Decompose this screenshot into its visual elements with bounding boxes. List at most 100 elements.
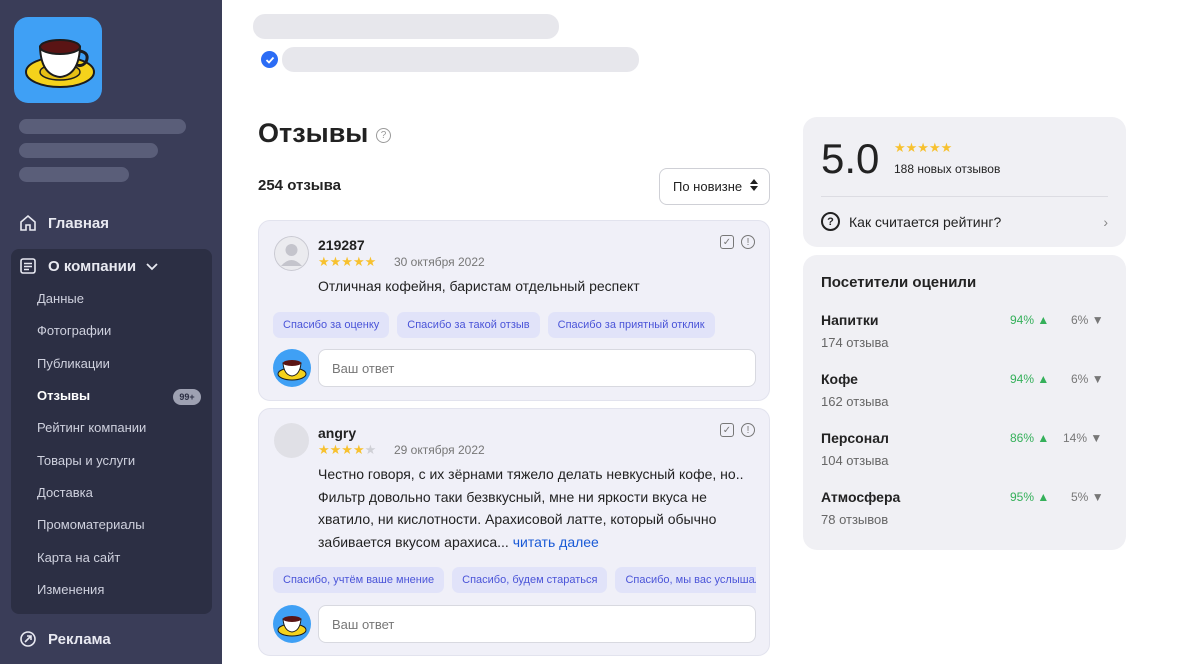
submenu-item-goods[interactable]: Товары и услуги [37, 453, 135, 468]
aspect-count: 78 отзывов [821, 512, 889, 527]
aspect-name: Кофе [821, 371, 858, 387]
company-logo[interactable] [14, 17, 102, 103]
aspect-name: Атмосфера [821, 489, 901, 505]
company-name-placeholder [253, 14, 559, 39]
how-rating-link[interactable]: ? Как считается рейтинг? › [821, 212, 1108, 231]
sidebar-placeholder [19, 119, 186, 134]
thumbs-up-icon: ▲ [1037, 313, 1050, 327]
mark-read-icon[interactable]: ✓ [720, 423, 734, 437]
nav-company[interactable]: О компании [18, 256, 158, 276]
sidebar-placeholder [19, 143, 158, 158]
report-icon[interactable]: ! [741, 235, 755, 249]
quick-reply-chip[interactable]: Спасибо за приятный отклик [547, 312, 715, 338]
user-avatar [274, 423, 309, 458]
nav-ads-label: Реклама [48, 630, 111, 648]
review-date: 30 октября 2022 [394, 255, 485, 269]
chevron-right-icon: › [1103, 213, 1108, 230]
ad-icon [18, 629, 38, 649]
quick-reply-chip[interactable]: Спасибо, будем стараться [452, 567, 608, 593]
negative-value: 6% [1071, 313, 1089, 327]
review-date: 29 октября 2022 [394, 443, 485, 457]
positive-value: 95% [1010, 490, 1035, 504]
aspect-negative: 6% ▼ [1071, 313, 1104, 327]
document-icon [18, 256, 38, 276]
report-icon[interactable]: ! [741, 423, 755, 437]
aspect-positive: 94% ▲ [1010, 372, 1049, 386]
quick-reply-chip[interactable]: Спасибо, мы вас услышали [615, 567, 756, 593]
submenu-item-map[interactable]: Карта на сайт [37, 550, 120, 565]
aspect-positive: 94% ▲ [1010, 313, 1049, 327]
rating-panel: 5.0 ★★★★★ 188 новых отзывов ? Как считае… [803, 117, 1126, 247]
home-icon [18, 213, 38, 233]
rating-stars: ★★★★★ [894, 140, 953, 155]
aspect-name: Персонал [821, 430, 889, 446]
submenu-item-reviews[interactable]: Отзывы [37, 388, 90, 403]
reviews-count: 254 отзыва [258, 177, 341, 194]
aspect-positive: 86% ▲ [1010, 431, 1049, 445]
submenu-item-rating[interactable]: Рейтинг компании [37, 420, 146, 435]
negative-value: 5% [1071, 490, 1089, 504]
positive-value: 86% [1010, 431, 1035, 445]
aspect-count: 104 отзыва [821, 453, 889, 468]
thumbs-down-icon: ▼ [1090, 431, 1103, 445]
aspect-positive: 95% ▲ [1010, 490, 1049, 504]
review-text: Честно говоря, с их зёрнами тяжело делат… [318, 463, 758, 553]
submenu-item-changes[interactable]: Изменения [37, 582, 104, 597]
company-address-placeholder [282, 47, 639, 72]
sidebar-placeholder [19, 167, 129, 182]
page-title: Отзывы [258, 118, 369, 148]
thumbs-down-icon: ▼ [1091, 372, 1104, 386]
panel-title: Посетители оценили [821, 274, 977, 291]
verified-icon [261, 51, 278, 68]
how-rating-label: Как считается рейтинг? [849, 213, 1002, 230]
user-avatar [274, 236, 309, 271]
aspect-negative: 14% ▼ [1063, 431, 1102, 445]
negative-value: 14% [1063, 431, 1088, 445]
nav-home-label: Главная [48, 214, 110, 232]
mark-read-icon[interactable]: ✓ [720, 235, 734, 249]
quick-reply-chip[interactable]: Спасибо за такой отзыв [397, 312, 540, 338]
review-card: angry ★★★★★ 29 октября 2022 ✓ ! Честно г… [258, 408, 770, 656]
question-icon: ? [821, 212, 840, 231]
negative-value: 6% [1071, 372, 1089, 386]
aspect-count: 162 отзыва [821, 394, 889, 409]
review-text: Отличная кофейня, баристам отдельный рес… [318, 278, 640, 294]
quick-reply-chips: Спасибо за оценку Спасибо за такой отзыв… [273, 312, 756, 338]
reply-input[interactable]: Ваш ответ [318, 605, 756, 643]
aspect-name: Напитки [821, 312, 879, 328]
nav-home[interactable]: Главная [18, 213, 109, 233]
sort-arrows-icon [750, 179, 759, 194]
review-rating-stars: ★★★★★ [318, 442, 377, 457]
read-more-link[interactable]: читать далее [513, 534, 599, 550]
thumbs-up-icon: ▲ [1037, 431, 1050, 445]
nav-ads[interactable]: Реклама [18, 629, 111, 649]
aspect-negative: 5% ▼ [1071, 490, 1104, 504]
aspect-count: 174 отзыва [821, 335, 889, 350]
quick-reply-chip[interactable]: Спасибо за оценку [273, 312, 390, 338]
reply-input[interactable]: Ваш ответ [318, 349, 756, 387]
reviews-count-badge: 99+ [173, 389, 201, 405]
submenu-item-promo[interactable]: Промоматериалы [37, 517, 145, 532]
submenu-item-data[interactable]: Данные [37, 291, 84, 306]
company-reply-avatar [273, 605, 311, 643]
visitors-rated-panel: Посетители оценили Напитки 174 отзыва 94… [803, 255, 1126, 550]
thumbs-up-icon: ▲ [1037, 372, 1050, 386]
thumbs-up-icon: ▲ [1037, 490, 1050, 504]
help-icon[interactable]: ? [376, 128, 391, 143]
divider [821, 196, 1108, 197]
submenu-item-photos[interactable]: Фотографии [37, 323, 111, 338]
sidebar: Главная О компании Данные Фотографии Пуб… [0, 0, 222, 664]
positive-value: 94% [1010, 313, 1035, 327]
thumbs-down-icon: ▼ [1091, 313, 1104, 327]
review-card: 219287 ★★★★★ 30 октября 2022 ✓ ! Отлична… [258, 220, 770, 401]
rating-score: 5.0 [821, 135, 880, 182]
chevron-down-icon [146, 258, 158, 275]
submenu-item-publications[interactable]: Публикации [37, 356, 110, 371]
sort-select[interactable]: По новизне [659, 168, 770, 205]
quick-reply-chip[interactable]: Спасибо, учтём ваше мнение [273, 567, 445, 593]
sort-label: По новизне [673, 179, 743, 194]
submenu-item-delivery[interactable]: Доставка [37, 485, 93, 500]
review-author: angry [318, 425, 357, 441]
new-reviews-count: 188 новых отзывов [894, 162, 1001, 176]
company-reply-avatar [273, 349, 311, 387]
